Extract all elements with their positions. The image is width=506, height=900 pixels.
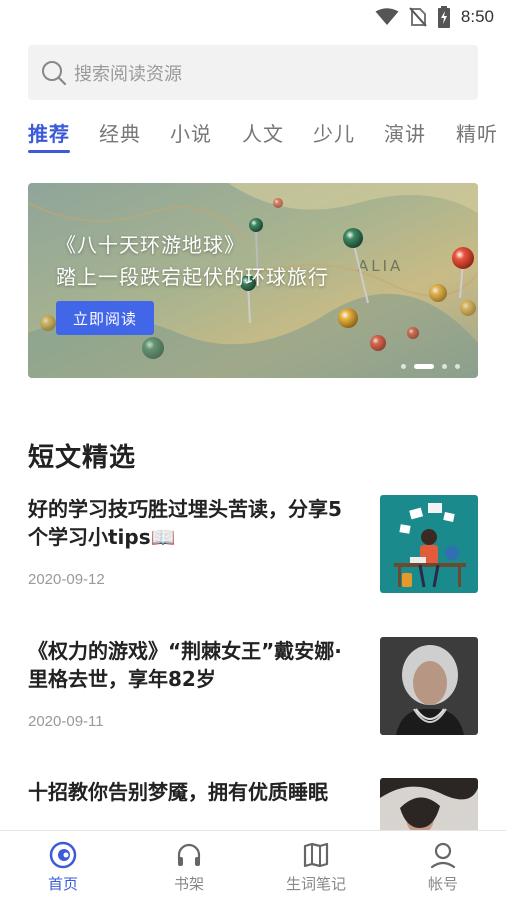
- tab-humanities[interactable]: 人文: [242, 118, 284, 147]
- article-date: 2020-09-11: [28, 713, 104, 730]
- tab-listening[interactable]: 精听: [456, 118, 498, 147]
- nav-home-label: 首页: [47, 875, 78, 893]
- wifi-icon: [375, 8, 399, 25]
- category-tabs: 推荐 经典 小说 人文 少儿 演讲 精听: [28, 118, 506, 158]
- section-title: 短文精选: [28, 443, 137, 473]
- bottom-nav: 首页 书架 生词笔记 帐号: [0, 830, 506, 900]
- book-icon: [303, 842, 329, 868]
- read-now-button[interactable]: 立即阅读: [56, 301, 154, 335]
- tab-classic[interactable]: 经典: [99, 118, 141, 147]
- article-thumbnail: [380, 495, 478, 593]
- home-icon: [49, 841, 77, 869]
- nav-home[interactable]: 首页: [0, 831, 126, 900]
- article-item[interactable]: 《权力的游戏》“荆棘女王”戴安娜·里格去世，享年82岁 2020-09-11: [28, 637, 478, 735]
- search-input[interactable]: 搜索阅读资源: [28, 45, 478, 100]
- nav-vocabulary-notes[interactable]: 生词笔记: [253, 831, 379, 900]
- user-icon: [430, 842, 456, 869]
- carousel-dot: [401, 363, 406, 369]
- tab-recommend[interactable]: 推荐: [28, 118, 70, 147]
- carousel-dot: [455, 363, 460, 369]
- nav-account-label: 帐号: [427, 875, 458, 893]
- tab-novel[interactable]: 小说: [170, 118, 212, 147]
- article-title: 《权力的游戏》“荆棘女王”戴安娜·里格去世，享年82岁: [28, 639, 342, 691]
- status-time: 8:50: [460, 7, 494, 26]
- banner-title: 《八十天环游地球》: [56, 233, 245, 257]
- nav-vocabulary-notes-label: 生词笔记: [285, 875, 346, 893]
- headphones-icon: [177, 843, 201, 866]
- article-title: 十招教你告别梦魇，拥有优质睡眠: [28, 780, 328, 804]
- map-text: ALIA: [358, 257, 403, 275]
- tab-children[interactable]: 少儿: [313, 118, 355, 147]
- active-tab-indicator: [28, 150, 70, 153]
- status-bar: 8:50: [0, 0, 506, 34]
- carousel-dot: [442, 363, 447, 369]
- article-thumbnail: [380, 637, 478, 735]
- article-item[interactable]: 好的学习技巧胜过埋头苦读，分享5个学习小tips📖 2020-09-12: [28, 495, 478, 593]
- carousel-dot-active: [414, 363, 434, 369]
- search-icon: [42, 60, 67, 85]
- banner-subtitle: 踏上一段跌宕起伏的环球旅行: [56, 265, 329, 289]
- tab-speech[interactable]: 演讲: [384, 118, 426, 147]
- carousel-indicator: [401, 363, 460, 369]
- status-icons: 8:50: [375, 6, 494, 28]
- search-placeholder: 搜索阅读资源: [74, 63, 182, 85]
- featured-banner[interactable]: ALIA 《八十天环游地球》 踏上一段跌宕起伏的环球旅行 立即阅读: [28, 183, 478, 378]
- battery-charging-icon: [437, 6, 450, 28]
- no-sim-icon: [409, 7, 427, 27]
- nav-account[interactable]: 帐号: [380, 831, 506, 900]
- nav-bookshelf[interactable]: 书架: [126, 831, 252, 900]
- nav-bookshelf-label: 书架: [173, 875, 204, 893]
- article-title: 好的学习技巧胜过埋头苦读，分享5个学习小tips📖: [28, 497, 342, 549]
- article-date: 2020-09-12: [28, 571, 105, 588]
